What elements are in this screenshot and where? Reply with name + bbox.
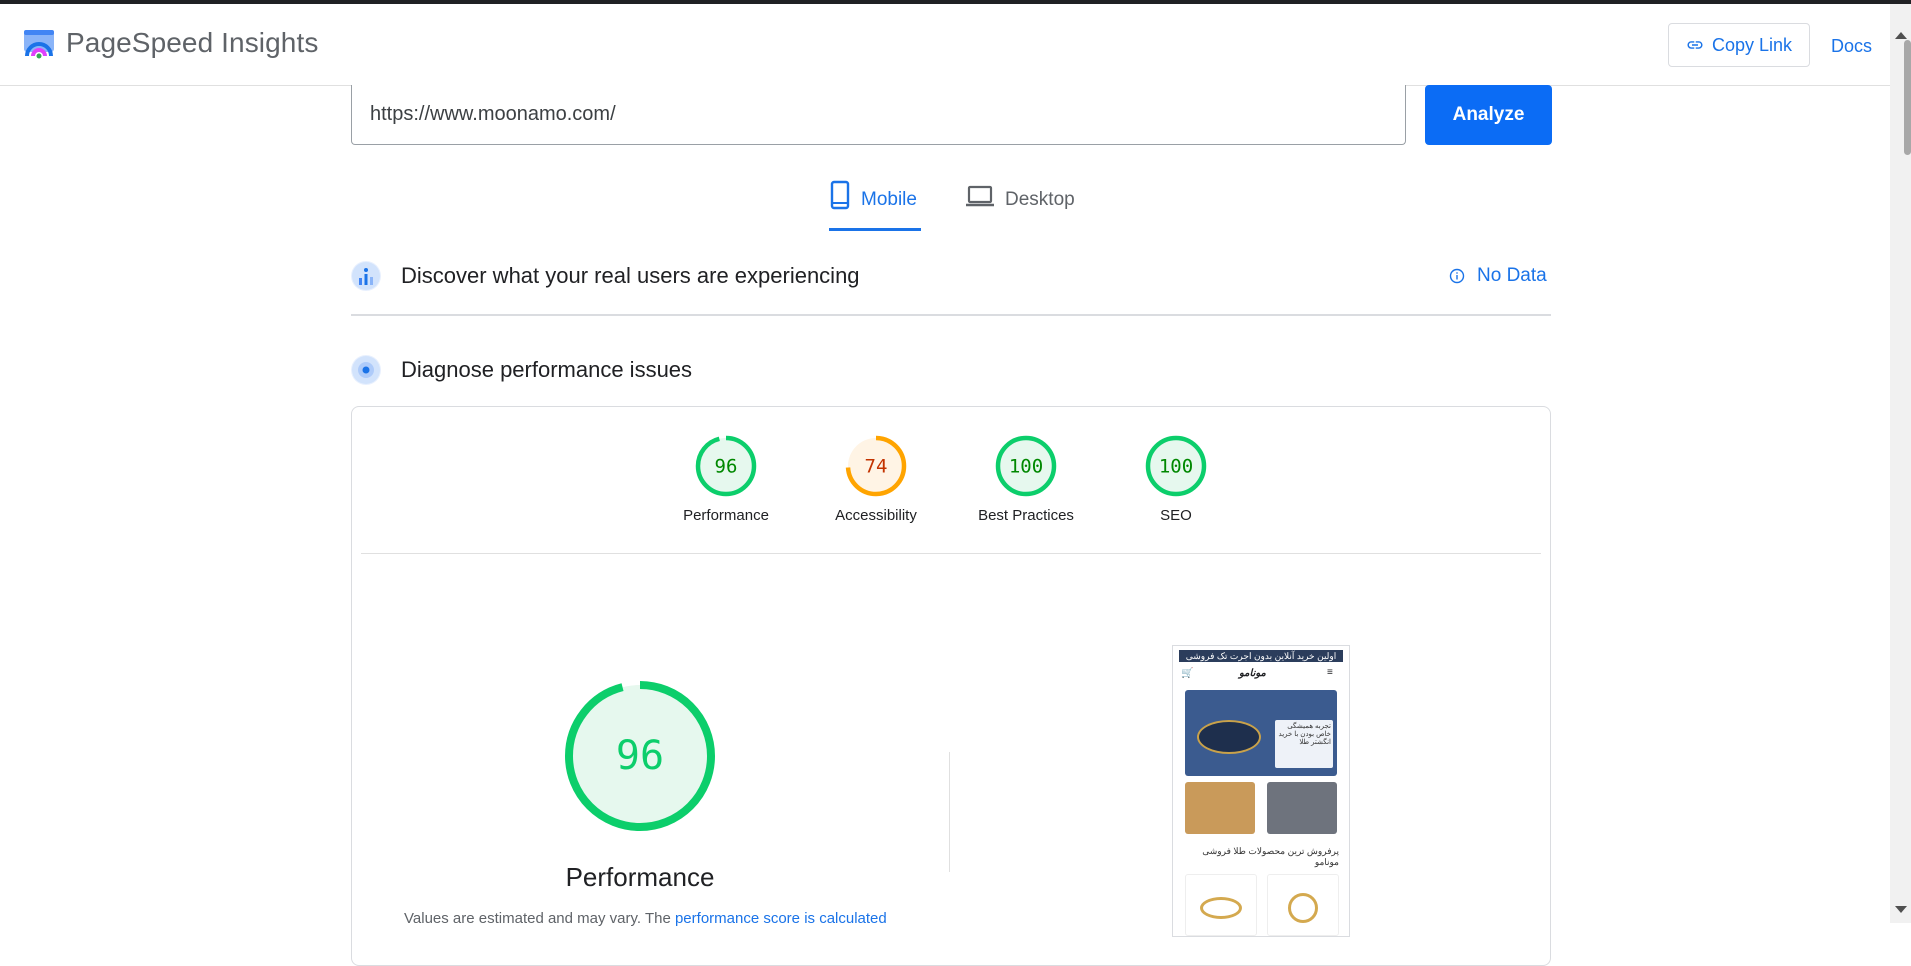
smartphone-icon	[830, 180, 850, 210]
vertical-divider	[949, 752, 950, 872]
gauge-label-accessibility: Accessibility	[835, 507, 917, 524]
field-data-title: Discover what your real users are experi…	[401, 263, 860, 288]
screenshot-hero-text: تجربه همیشگی خاص بودن با خرید انگشتر طلا	[1275, 720, 1333, 768]
scrollbar-thumb[interactable]	[1904, 40, 1911, 155]
tab-desktop[interactable]: Desktop	[965, 180, 1075, 228]
score-gauge: 100	[1145, 435, 1207, 497]
card-divider	[361, 553, 1541, 554]
gauge-best-practices[interactable]: 100 Best Practices	[961, 434, 1091, 524]
gauge-label-best-practices: Best Practices	[978, 507, 1074, 524]
ring-image	[1197, 720, 1261, 754]
screenshot-tile-necklace	[1185, 782, 1255, 834]
url-input[interactable]	[351, 85, 1406, 145]
users-chart-icon	[351, 261, 381, 291]
cart-icon: 🛒	[1181, 668, 1194, 679]
gauge-accessibility[interactable]: 74 Accessibility	[811, 434, 941, 524]
performance-big-gauge: 96	[565, 681, 715, 831]
score-gauge: 74	[845, 435, 907, 497]
screenshot-product-1	[1185, 874, 1257, 936]
score-gauge: 96	[695, 435, 757, 497]
screenshot-tile-hands	[1267, 782, 1337, 834]
performance-big-label: Performance	[565, 862, 715, 892]
field-data-section: Discover what your real users are experi…	[351, 261, 1551, 291]
screenshot-caption: پرفروش ترین محصولات طلا فروشی مونامو	[1202, 846, 1339, 867]
app-header: PageSpeed Insights Copy Link Docs	[0, 4, 1890, 86]
score-gauge: 100	[995, 435, 1057, 497]
report-card	[351, 406, 1551, 966]
gauge-performance[interactable]: 96 Performance	[661, 434, 791, 524]
performance-note-text: Values are estimated and may vary. The	[404, 910, 675, 927]
app-logo[interactable]: PageSpeed Insights	[22, 26, 318, 60]
gauge-score-text: 96	[715, 456, 738, 478]
performance-note: Values are estimated and may vary. The p…	[404, 910, 887, 927]
tab-mobile[interactable]: Mobile	[829, 180, 921, 231]
docs-link[interactable]: Docs	[1831, 36, 1872, 57]
tab-desktop-label: Desktop	[1005, 189, 1075, 210]
screenshot-nav: 🛒 مونامو ≡	[1173, 664, 1349, 682]
gauge-score-text: 100	[1009, 456, 1043, 478]
tab-mobile-label: Mobile	[861, 189, 917, 210]
performance-score-link[interactable]: performance score is calculated	[675, 910, 887, 927]
gauge-score-text: 74	[865, 456, 888, 478]
screenshot-hero-image: تجربه همیشگی خاص بودن با خرید انگشتر طلا	[1185, 690, 1337, 776]
analyze-button[interactable]: Analyze	[1425, 85, 1552, 145]
page-screenshot-thumbnail: اولین خرید آنلاین بدون اجرت تک فروشی 🛒 م…	[1172, 645, 1350, 937]
screenshot-banner: اولین خرید آنلاین بدون اجرت تک فروشی	[1179, 650, 1343, 662]
pendant-image	[1288, 893, 1318, 923]
gauge-label-performance: Performance	[683, 507, 769, 524]
info-icon	[1449, 268, 1465, 284]
laptop-icon	[966, 185, 994, 207]
copy-link-button[interactable]: Copy Link	[1668, 23, 1810, 67]
lab-data-section: Diagnose performance issues	[351, 355, 1551, 385]
scroll-up-arrow-icon[interactable]	[1895, 32, 1907, 39]
no-data-label: No Data	[1477, 265, 1547, 286]
screenshot-brand: مونامو	[1239, 668, 1266, 679]
no-data-link[interactable]: No Data	[1449, 265, 1547, 287]
link-icon	[1687, 41, 1703, 49]
app-title: PageSpeed Insights	[66, 27, 319, 58]
diagnose-target-icon	[351, 355, 381, 385]
gauge-label-seo: SEO	[1160, 507, 1192, 524]
section-divider	[351, 314, 1551, 316]
screenshot-product-2	[1267, 874, 1339, 936]
performance-big-score: 96	[616, 733, 664, 779]
lab-data-title: Diagnose performance issues	[401, 357, 693, 382]
gauge-seo[interactable]: 100 SEO	[1111, 434, 1241, 524]
scroll-down-arrow-icon[interactable]	[1895, 906, 1907, 913]
gauge-score-text: 100	[1159, 456, 1193, 478]
copy-link-label: Copy Link	[1711, 34, 1793, 55]
pagespeed-logo-icon	[24, 30, 54, 59]
ring-image	[1200, 897, 1242, 919]
menu-icon: ≡	[1327, 667, 1333, 678]
